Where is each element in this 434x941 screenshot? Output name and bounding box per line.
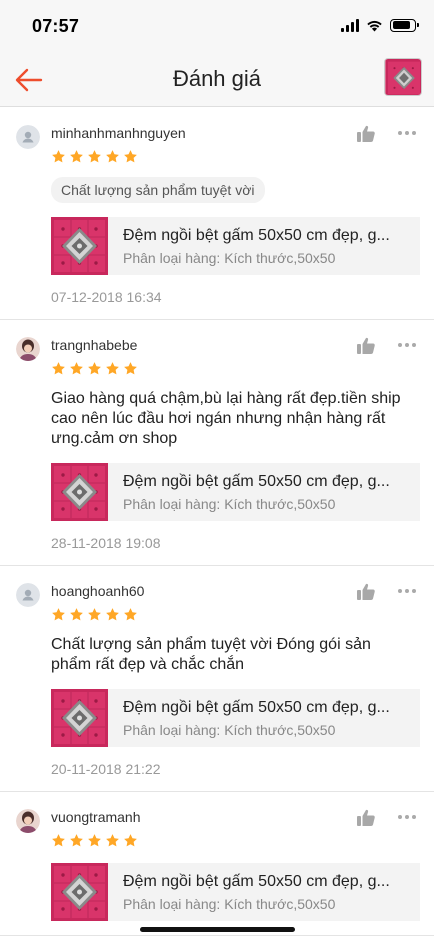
star-icon: [105, 833, 120, 849]
product-name: Đệm ngồi bệt gấm 50x50 cm đẹp, g...: [123, 872, 390, 890]
review-item: trangnhabebe Giao hàng quá chậm,bù lại h…: [0, 320, 434, 566]
star-icon: [69, 833, 84, 849]
review-tag: Chất lượng sản phẩm tuyệt vời: [51, 177, 265, 203]
more-options-button[interactable]: [398, 126, 420, 140]
home-indicator: [140, 927, 295, 932]
product-variant: Phân loại hàng: Kích thước,50x50: [123, 495, 336, 512]
review-item: minhanhmanhnguyen Chất lượng sản phẩm tu…: [0, 108, 434, 320]
star-icon: [87, 607, 102, 623]
product-card[interactable]: Đệm ngồi bệt gấm 50x50 cm đẹp, g... Phân…: [51, 217, 420, 275]
battery-icon: [390, 18, 419, 32]
star-icon: [69, 361, 84, 377]
avatar[interactable]: [16, 337, 40, 361]
star-icon: [87, 833, 102, 849]
avatar[interactable]: [16, 809, 40, 833]
star-icon: [123, 607, 138, 623]
navigation-bar: Đánh giá: [0, 52, 434, 107]
thumbs-up-icon: [357, 809, 375, 826]
product-name: Đệm ngồi bệt gấm 50x50 cm đẹp, g...: [123, 226, 390, 244]
product-variant: Phân loại hàng: Kích thước,50x50: [123, 249, 336, 266]
star-icon: [51, 833, 66, 849]
product-thumbnail: [51, 217, 108, 275]
like-button[interactable]: [356, 808, 376, 828]
product-thumbnail[interactable]: [384, 58, 422, 96]
product-thumbnail: [51, 463, 108, 521]
more-options-button[interactable]: [398, 338, 420, 352]
status-bar: 07:57: [0, 0, 434, 52]
thumbs-up-icon: [357, 583, 375, 600]
product-name: Đệm ngồi bệt gấm 50x50 cm đẹp, g...: [123, 472, 390, 490]
product-thumbnail: [51, 689, 108, 747]
review-date: 20-11-2018 21:22: [51, 761, 161, 777]
default-avatar-icon[interactable]: [16, 125, 40, 149]
product-card[interactable]: Đệm ngồi bệt gấm 50x50 cm đẹp, g... Phân…: [51, 689, 420, 747]
product-card[interactable]: Đệm ngồi bệt gấm 50x50 cm đẹp, g... Phân…: [51, 863, 420, 921]
star-rating: [51, 833, 420, 849]
product-card[interactable]: Đệm ngồi bệt gấm 50x50 cm đẹp, g... Phân…: [51, 463, 420, 521]
star-icon: [51, 607, 66, 623]
review-item: vuongtramanh Đệm ngồi bệt gấm 50x50 cm đ…: [0, 792, 434, 936]
review-item: hoanghoanh60 Chất lượng sản phẩm tuyệt v…: [0, 566, 434, 792]
product-variant: Phân loại hàng: Kích thước,50x50: [123, 895, 336, 912]
like-button[interactable]: [356, 582, 376, 602]
star-icon: [87, 149, 102, 165]
review-date: 28-11-2018 19:08: [51, 535, 161, 551]
star-icon: [105, 361, 120, 377]
wifi-icon: [366, 19, 383, 32]
product-variant: Phân loại hàng: Kích thước,50x50: [123, 721, 336, 738]
star-rating: [51, 149, 420, 165]
star-rating: [51, 607, 420, 623]
review-comment: Giao hàng quá chậm,bù lại hàng rất đẹp.t…: [51, 390, 401, 447]
product-thumbnail: [51, 863, 108, 921]
product-name: Đệm ngồi bệt gấm 50x50 cm đẹp, g...: [123, 698, 390, 716]
star-icon: [51, 361, 66, 377]
battery-level: [392, 21, 411, 29]
page-title: Đánh giá: [172, 66, 262, 91]
star-icon: [123, 149, 138, 165]
star-icon: [51, 149, 66, 165]
more-options-button[interactable]: [398, 584, 420, 598]
like-button[interactable]: [356, 124, 376, 144]
star-icon: [105, 149, 120, 165]
cushion-product-image: [385, 59, 421, 95]
star-icon: [69, 149, 84, 165]
cellular-signal-icon: [341, 18, 359, 32]
review-list[interactable]: minhanhmanhnguyen Chất lượng sản phẩm tu…: [0, 108, 434, 941]
like-button[interactable]: [356, 336, 376, 356]
review-comment: Chất lượng sản phẩm tuyệt vời Đóng gói s…: [51, 636, 371, 673]
thumbs-up-icon: [357, 125, 375, 142]
star-icon: [105, 607, 120, 623]
star-icon: [69, 607, 84, 623]
thumbs-up-icon: [357, 337, 375, 354]
star-icon: [87, 361, 102, 377]
status-time: 07:57: [32, 16, 80, 36]
star-rating: [51, 361, 420, 377]
more-options-button[interactable]: [398, 810, 420, 824]
default-avatar-icon[interactable]: [16, 583, 40, 607]
star-icon: [123, 833, 138, 849]
star-icon: [123, 361, 138, 377]
review-date: 07-12-2018 16:34: [51, 289, 162, 305]
status-icons: [341, 18, 419, 32]
